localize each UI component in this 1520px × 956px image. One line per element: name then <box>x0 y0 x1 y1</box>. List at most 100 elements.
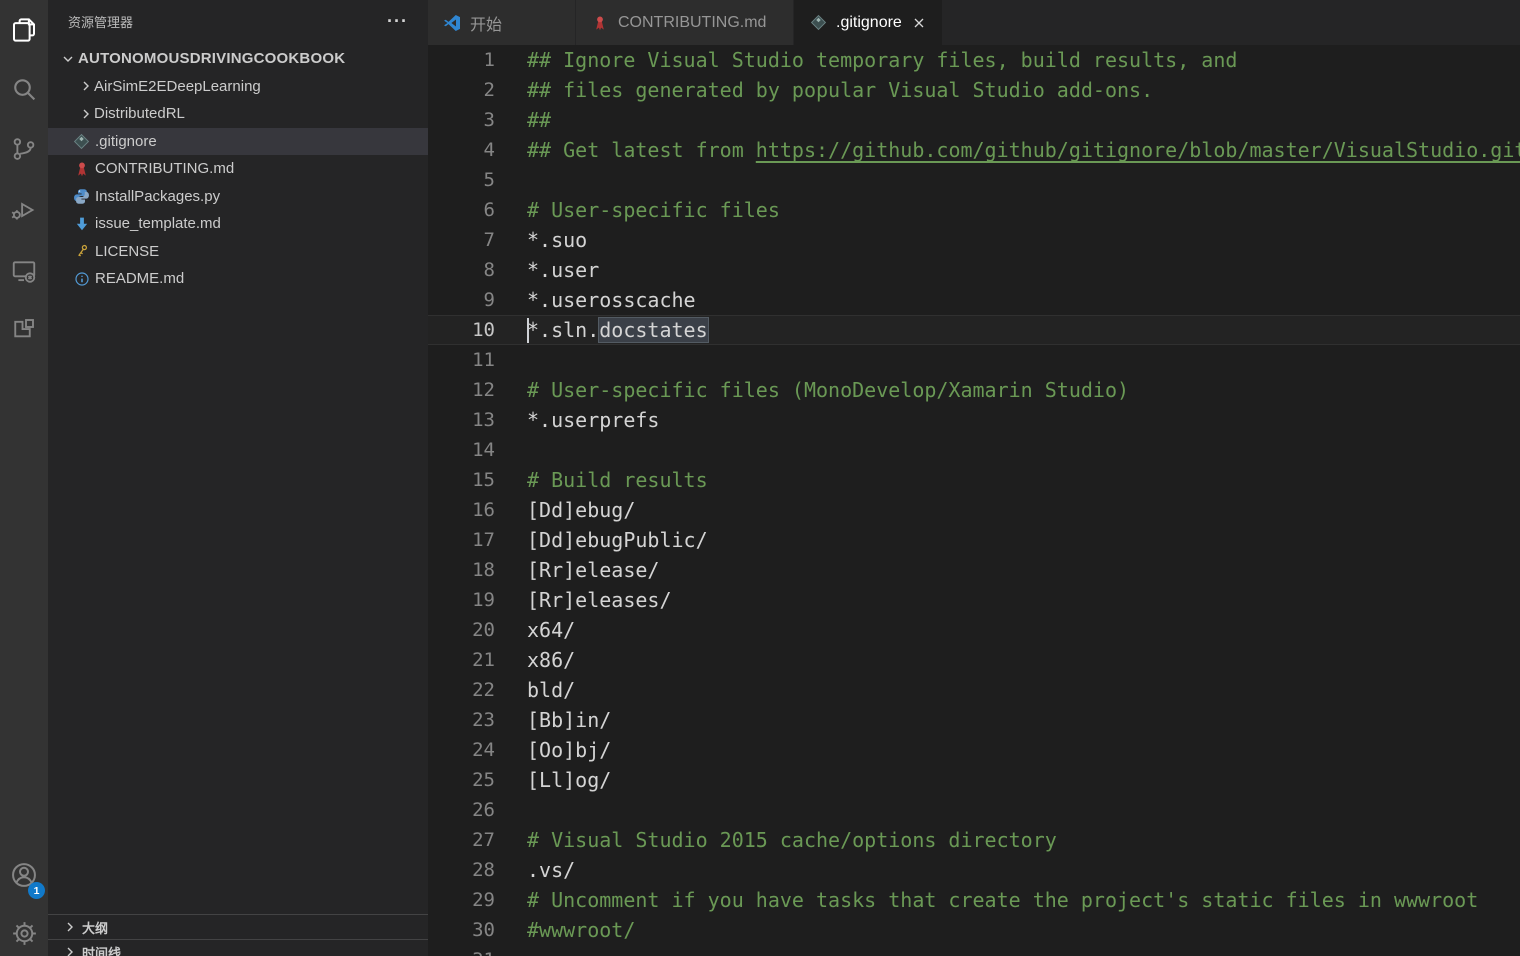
code-line[interactable]: 11 <box>428 345 1520 375</box>
sidebar-item-label: AirSimE2EDeepLearning <box>94 78 261 95</box>
tab-label: 开始 <box>470 11 502 35</box>
activity-item-account[interactable]: 1 <box>4 857 44 897</box>
code-line[interactable]: 20x64/ <box>428 615 1520 645</box>
code-text: *.user <box>527 255 599 285</box>
line-number: 10 <box>428 319 495 341</box>
code-line[interactable]: 12# User-specific files (MonoDevelop/Xam… <box>428 375 1520 405</box>
sidebar-item-label: InstallPackages.py <box>95 188 220 205</box>
gitignore-url-link[interactable]: https://github.com/github/gitignore/blob… <box>756 138 1520 162</box>
code-line[interactable]: 3## <box>428 105 1520 135</box>
chevron-right-icon <box>78 106 94 122</box>
code-line[interactable]: 27# Visual Studio 2015 cache/options dir… <box>428 825 1520 855</box>
code-token: ## <box>527 108 551 132</box>
code-line[interactable]: 15 # Build results <box>428 465 1520 495</box>
code-line[interactable]: 29# Uncomment if you have tasks that cre… <box>428 885 1520 915</box>
sidebar-item-label: README.md <box>95 270 184 287</box>
line-number: 6 <box>428 199 495 221</box>
code-token: ## Get latest from <box>527 138 756 162</box>
activity-item-run-debug[interactable] <box>4 192 44 232</box>
code-line[interactable]: 1## Ignore Visual Studio temporary files… <box>428 45 1520 75</box>
code-line[interactable]: 24[Oo]bj/ <box>428 735 1520 765</box>
tab-gitignore[interactable]: .gitignore <box>794 0 943 45</box>
code-line[interactable]: 25[Ll]og/ <box>428 765 1520 795</box>
code-line[interactable]: 21x86/ <box>428 645 1520 675</box>
git-icon <box>808 13 828 33</box>
line-number: 17 <box>428 529 495 551</box>
line-number: 4 <box>428 139 495 161</box>
line-number: 23 <box>428 709 495 731</box>
code-token: ## files generated by popular Visual Stu… <box>527 78 1153 102</box>
code-line[interactable]: 7*.suo <box>428 225 1520 255</box>
code-token: *.userprefs <box>527 408 659 432</box>
sidebar-item-readme-md[interactable]: README.md <box>48 265 428 293</box>
line-number: 15 <box>428 469 495 491</box>
code-token: # User-specific files <box>527 198 780 222</box>
code-text: bld/ <box>527 675 575 705</box>
sidebar-item-contributing-md[interactable]: CONTRIBUTING.md <box>48 155 428 183</box>
line-number: 19 <box>428 589 495 611</box>
code-line[interactable]: 6 # User-specific files <box>428 195 1520 225</box>
code-line[interactable]: 28.vs/ <box>428 855 1520 885</box>
code-line[interactable]: 2## files generated by popular Visual St… <box>428 75 1520 105</box>
code-line[interactable]: 16[Dd]ebug/ <box>428 495 1520 525</box>
extensions-icon <box>9 316 39 351</box>
code-line[interactable]: 14 <box>428 435 1520 465</box>
code-line[interactable]: 8*.user <box>428 255 1520 285</box>
activity-item-settings[interactable] <box>4 916 44 956</box>
explorer-title: 资源管理器 <box>68 12 133 31</box>
more-actions-button[interactable]: ··· <box>383 14 412 28</box>
sidebar-item-installpackages-py[interactable]: InstallPackages.py <box>48 183 428 211</box>
sidebar-item-license[interactable]: LICENSE <box>48 238 428 266</box>
git-icon <box>73 133 90 150</box>
sidebar-panel-timeline[interactable]: 时间线 <box>48 939 428 956</box>
code-text: # User-specific files (MonoDevelop/Xamar… <box>527 375 1129 405</box>
activity-item-extensions[interactable] <box>4 313 44 353</box>
activity-item-explorer[interactable] <box>4 12 44 52</box>
code-token: # Uncomment if you have tasks that creat… <box>527 888 1478 912</box>
code-line[interactable]: 10*.sln.docstates <box>428 315 1520 345</box>
sidebar-item-distributedrl[interactable]: DistributedRL <box>48 100 428 128</box>
tab-开始[interactable]: 开始 <box>428 0 576 45</box>
code-line[interactable]: 4 ## Get latest from https://github.com/g… <box>428 135 1520 165</box>
sidebar-item-autonomousdrivingcookbook[interactable]: AUTONOMOUSDRIVINGCOOKBOOK <box>48 45 428 73</box>
code-text: # Build results <box>527 465 708 495</box>
line-number: 21 <box>428 649 495 671</box>
sidebar-item-gitignore[interactable]: .gitignore <box>48 128 428 156</box>
code-token: [Ll]og/ <box>527 768 611 792</box>
run-debug-icon <box>9 195 39 230</box>
code-line[interactable]: 18[Rr]elease/ <box>428 555 1520 585</box>
code-line[interactable]: 31 <box>428 945 1520 956</box>
activity-item-remote-explorer[interactable] <box>4 253 44 293</box>
code-line[interactable]: 13*.userprefs <box>428 405 1520 435</box>
sidebar-item-issue-template-md[interactable]: issue_template.md <box>48 210 428 238</box>
explorer-icon <box>9 15 39 50</box>
code-line[interactable]: 26 <box>428 795 1520 825</box>
panel-label: 时间线 <box>82 943 121 956</box>
code-line[interactable]: 17 [Dd]ebugPublic/ <box>428 525 1520 555</box>
sidebar-item-airsime2edeeplearning[interactable]: AirSimE2EDeepLearning <box>48 73 428 101</box>
code-text: # User-specific files <box>527 195 780 225</box>
code-line[interactable]: 9*.userosscache <box>428 285 1520 315</box>
code-token: #wwwroot/ <box>527 918 635 942</box>
code-text: [Ll]og/ <box>527 765 611 795</box>
code-editor[interactable]: 1## Ignore Visual Studio temporary files… <box>428 45 1520 956</box>
close-icon[interactable] <box>908 12 930 34</box>
code-text: [Bb]in/ <box>527 705 611 735</box>
activity-item-source-control[interactable] <box>4 131 44 171</box>
code-line[interactable]: 30#wwwroot/ <box>428 915 1520 945</box>
code-line[interactable]: 22bld/ <box>428 675 1520 705</box>
editor-group: 开始 CONTRIBUTING.md.gitignore 1## Ignore V… <box>428 0 1520 956</box>
line-number: 31 <box>428 949 495 956</box>
code-line[interactable]: 23 [Bb]in/ <box>428 705 1520 735</box>
code-text: [Dd]ebug/ <box>527 495 635 525</box>
activity-item-search[interactable] <box>4 71 44 111</box>
key-icon <box>73 243 90 260</box>
code-token: [Bb]in/ <box>527 708 611 732</box>
code-token: [Rr]elease/ <box>527 558 659 582</box>
line-number: 24 <box>428 739 495 761</box>
tab-contributing-md[interactable]: CONTRIBUTING.md <box>576 0 794 45</box>
sidebar-panel-outline[interactable]: 大纲 <box>48 914 428 939</box>
code-line[interactable]: 19[Rr]eleases/ <box>428 585 1520 615</box>
code-token: [Dd]ebugPublic/ <box>527 528 708 552</box>
code-line[interactable]: 5 <box>428 165 1520 195</box>
